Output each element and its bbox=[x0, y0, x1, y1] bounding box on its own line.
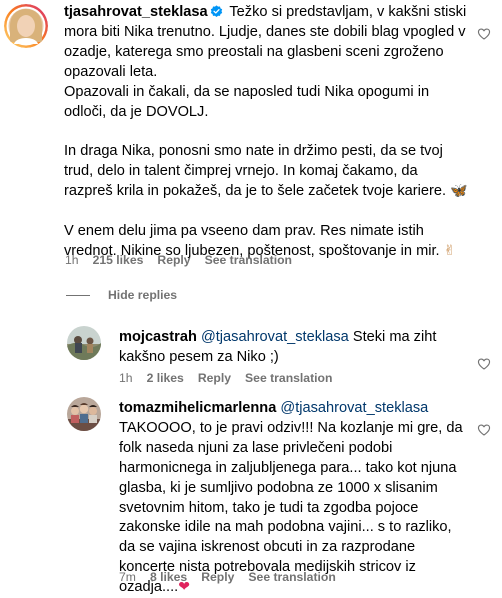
comment-meta: 1h 215 likes Reply See translation bbox=[65, 253, 292, 267]
reply-button[interactable]: Reply bbox=[157, 253, 190, 267]
reply-2: tomazmihelicmarlenna @tjasahrovat_stekla… bbox=[119, 399, 471, 598]
like-heart-icon[interactable] bbox=[477, 423, 491, 437]
reply-time: 7m bbox=[119, 570, 136, 584]
reply-meta: 1h 2 likes Reply See translation bbox=[119, 371, 332, 385]
like-heart-icon[interactable] bbox=[477, 357, 491, 371]
reply-button[interactable]: Reply bbox=[201, 570, 234, 584]
reply-1: mojcastrah @tjasahrovat_steklasa Steki m… bbox=[119, 328, 471, 368]
reply-time: 1h bbox=[119, 371, 133, 385]
comment-likes[interactable]: 215 likes bbox=[93, 253, 144, 267]
reply-mention-link[interactable]: @tjasahrovat_steklasa bbox=[201, 329, 349, 345]
comment-body: tjasahrovat_steklasa Težko si predstavlj… bbox=[64, 3, 469, 262]
comment-time: 1h bbox=[65, 253, 79, 267]
avatar-image bbox=[67, 397, 101, 431]
comment-main: tjasahrovat_steklasa Težko si predstavlj… bbox=[64, 3, 469, 262]
reply-body: tomazmihelicmarlenna @tjasahrovat_stekla… bbox=[119, 399, 471, 598]
reply-likes[interactable]: 2 likes bbox=[147, 371, 184, 385]
avatar-tomazmihelicmarlenna[interactable] bbox=[67, 397, 101, 431]
avatar-mojcastrah[interactable] bbox=[67, 326, 101, 360]
reply-body: mojcastrah @tjasahrovat_steklasa Steki m… bbox=[119, 328, 471, 368]
comment-paragraph-3: In draga Nika, ponosni smo nate in držim… bbox=[64, 143, 447, 200]
see-translation-button[interactable]: See translation bbox=[248, 570, 335, 584]
reply-username[interactable]: mojcastrah bbox=[119, 329, 197, 345]
like-heart-icon[interactable] bbox=[477, 27, 491, 41]
butterfly-emoji-icon: 🦋 bbox=[450, 183, 468, 200]
comment-username[interactable]: tjasahrovat_steklasa bbox=[64, 4, 208, 20]
verified-badge-icon bbox=[210, 5, 223, 18]
hide-replies-label[interactable]: Hide replies bbox=[108, 288, 177, 302]
divider-line bbox=[66, 294, 90, 296]
reply-button[interactable]: Reply bbox=[198, 371, 231, 385]
reply-text: TAKOOOO, to je pravi odziv!!! Na kozlanj… bbox=[119, 419, 463, 596]
see-translation-button[interactable]: See translation bbox=[205, 253, 292, 267]
avatar-tjasahrovat-steklasa[interactable] bbox=[4, 4, 48, 48]
reply-meta: 7m 8 likes Reply See translation bbox=[119, 570, 336, 584]
comment-paragraph-2: Opazovali in čakali, da se naposled tudi… bbox=[64, 83, 430, 120]
reply-likes[interactable]: 8 likes bbox=[150, 570, 187, 584]
reply-username[interactable]: tomazmihelicmarlenna bbox=[119, 400, 276, 416]
avatar-image bbox=[67, 326, 101, 360]
avatar-image bbox=[4, 4, 48, 48]
victory-hand-emoji-icon: ✌ bbox=[443, 242, 456, 259]
see-translation-button[interactable]: See translation bbox=[245, 371, 332, 385]
reply-mention-link[interactable]: @tjasahrovat_steklasa bbox=[280, 400, 428, 416]
hide-replies-button[interactable]: Hide replies bbox=[66, 288, 177, 302]
